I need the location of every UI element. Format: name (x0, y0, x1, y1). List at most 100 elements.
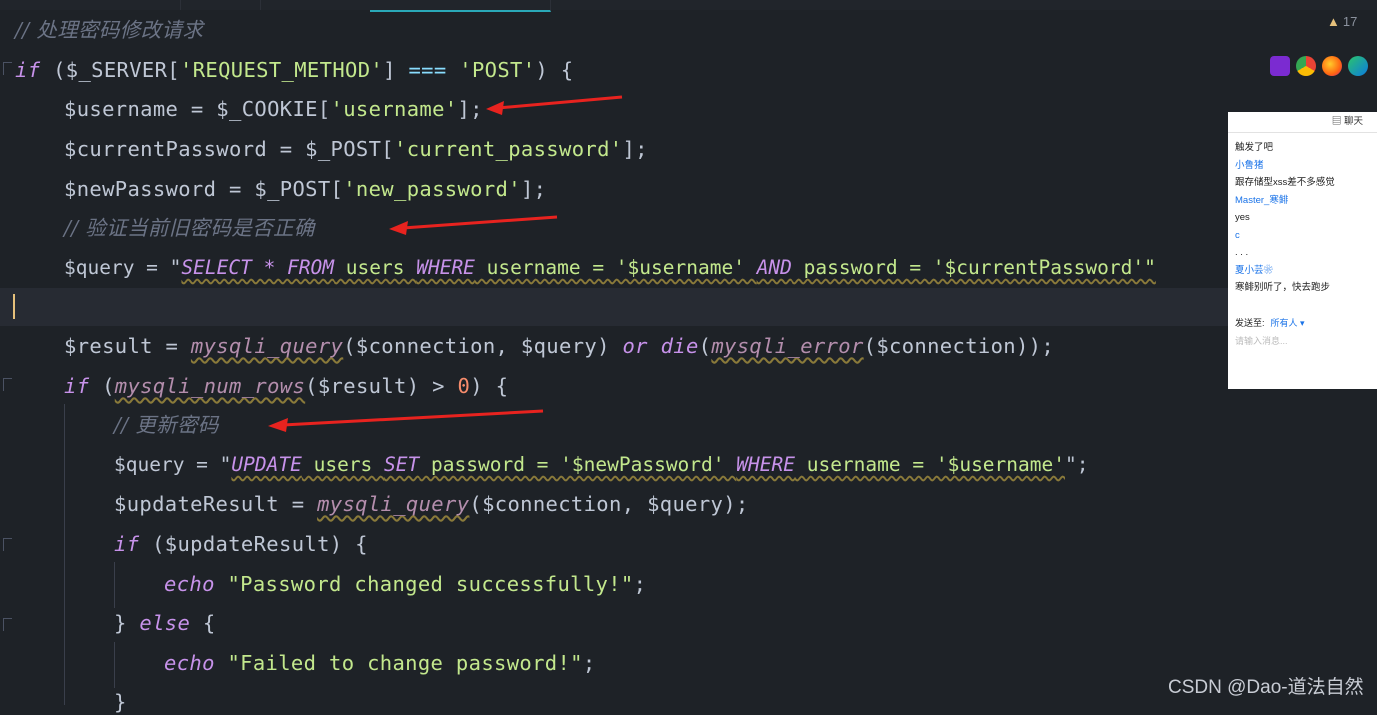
code-text: ( (698, 334, 712, 358)
code-line: if (mysqli_num_rows($result) > 0) { (64, 373, 508, 399)
phpstorm-icon[interactable] (1270, 56, 1290, 76)
fold-marker[interactable] (3, 618, 12, 631)
editor-tab[interactable] (0, 0, 181, 10)
warning-count: 17 (1342, 14, 1358, 29)
firefox-icon[interactable] (1322, 56, 1342, 76)
code-line: echo "Password changed successfully!"; (164, 571, 646, 597)
editor-tab-bar (0, 0, 1377, 12)
code-text: ($updateResult) { (139, 532, 368, 556)
chat-send-to[interactable]: 发送至: 所有人 ▾ (1235, 316, 1305, 329)
code-comment: // 更新密码 (114, 412, 219, 438)
sql-keyword: WHERE (416, 256, 475, 279)
sql-text: username = '$username' (794, 453, 1065, 476)
keyword-if: if (114, 532, 140, 556)
chat-sender-name: 小鲁猪 (1235, 159, 1264, 171)
warning-indicator[interactable]: ▲ 17 (1327, 14, 1357, 29)
code-editor[interactable]: // 处理密码修改请求 if ($_SERVER['REQUEST_METHOD… (0, 0, 1377, 714)
keyword-else: else (139, 611, 191, 635)
code-string: 'current_password' (394, 137, 623, 161)
code-text: ($result) > (305, 374, 458, 398)
send-to-dropdown[interactable]: 所有人 ▾ (1271, 318, 1305, 328)
sql-keyword: AND (756, 256, 792, 279)
code-text: ) { (470, 374, 509, 398)
comment-text: // 处理密码修改请求 (15, 18, 204, 42)
code-text: $username = $_COOKIE[ (64, 97, 331, 121)
function-call: mysqli_query (190, 334, 344, 358)
keyword-echo: echo (164, 651, 215, 675)
code-number: 0 (457, 374, 471, 398)
chat-icon: ▤ (1331, 116, 1344, 127)
sql-keyword: UPDATE (231, 453, 302, 476)
fold-marker[interactable] (3, 62, 12, 75)
code-string: 'REQUEST_METHOD' (180, 58, 384, 82)
indent-guide (64, 404, 65, 705)
editor-tab[interactable] (180, 0, 261, 10)
code-text: ($connection, $query); (469, 492, 749, 516)
text-caret (13, 294, 15, 319)
keyword-die: die (660, 334, 699, 358)
keyword-echo: echo (164, 572, 215, 596)
code-text: $query = " (114, 453, 232, 476)
indent-guide (114, 642, 115, 688)
indent-guide (114, 562, 115, 608)
chat-message-list: 触发了吧 小鲁猪 跟存储型xss差不多感觉 Master_寒鲱 yes c . . . 夏小芸… (1228, 133, 1377, 297)
code-text: ($connection)); (863, 334, 1055, 358)
keyword-if: if (64, 374, 90, 398)
chat-input[interactable]: 请输入消息... (1235, 334, 1288, 347)
code-string: 'POST' (446, 58, 536, 82)
code-comment: // 验证当前旧密码是否正确 (64, 215, 315, 241)
code-text: "; (1065, 453, 1089, 476)
chat-title: 聊天 (1343, 116, 1363, 127)
code-line: $currentPassword = $_POST['current_passw… (64, 136, 648, 162)
chat-message: 触发了吧 (1235, 142, 1274, 153)
code-line: $query = "SELECT * FROM users WHERE user… (64, 255, 1156, 281)
code-text: ]; (622, 137, 648, 161)
code-string: 'new_password' (343, 177, 521, 201)
code-text: $result = (64, 334, 191, 358)
sql-text: password = '$newPassword' (419, 453, 737, 476)
comment-text: // 验证当前旧密码是否正确 (64, 216, 315, 240)
code-line: $updateResult = mysqli_query($connection… (114, 491, 749, 517)
code-line: echo "Failed to change password!"; (164, 650, 596, 676)
comment-text: // 更新密码 (114, 413, 219, 437)
code-line: } (114, 689, 127, 715)
edge-icon[interactable] (1348, 56, 1368, 76)
code-string: 'username' (330, 97, 458, 121)
annotation-arrow (486, 95, 623, 115)
code-text: ) { (535, 58, 574, 82)
sql-keyword: SET (384, 453, 420, 476)
sql-text: password = '$currentPassword'" (791, 256, 1156, 279)
chat-sender-name: 夏小芸❀ (1235, 264, 1274, 276)
code-line: $newPassword = $_POST['new_password']; (64, 176, 546, 202)
chat-panel: ▤ 聊天 触发了吧 小鲁猪 跟存储型xss差不多感觉 Master_寒鲱 yes c . .… (1228, 112, 1377, 389)
watermark: CSDN @Dao-道法自然 (1168, 677, 1364, 698)
fold-marker[interactable] (3, 378, 12, 391)
code-text: ; (633, 572, 647, 596)
code-text: } (114, 690, 127, 714)
function-call: mysqli_num_rows (114, 374, 306, 398)
browser-toolbar (1270, 56, 1368, 76)
sql-keyword: WHERE (736, 453, 795, 476)
annotation-arrow (268, 409, 544, 432)
keyword-or: or (622, 334, 648, 358)
chat-header: ▤ 聊天 (1228, 112, 1377, 133)
keyword-if: if (15, 58, 41, 82)
sql-text: users (301, 453, 385, 476)
code-text: ($connection, $query) (343, 334, 623, 358)
fold-marker[interactable] (3, 538, 12, 551)
editor-tab-active[interactable] (370, 0, 551, 12)
sql-keyword: SELECT * FROM (181, 256, 335, 279)
warning-icon: ▲ (1327, 14, 1340, 29)
code-text: ]; (520, 177, 547, 201)
code-string: "Password changed successfully!" (214, 572, 634, 596)
code-string: "Failed to change password!" (214, 651, 583, 675)
chat-message: 寒鲱别听了，快去跑步 (1235, 282, 1331, 293)
chat-sender-name: c (1235, 229, 1240, 241)
chat-message: . . . (1235, 247, 1249, 258)
chat-message: yes (1235, 212, 1250, 223)
operator: === (408, 58, 447, 82)
chrome-icon[interactable] (1296, 56, 1316, 76)
code-line: $username = $_COOKIE['username']; (64, 96, 483, 122)
code-text: { (190, 611, 216, 635)
sql-text: username = '$username' (474, 256, 757, 279)
